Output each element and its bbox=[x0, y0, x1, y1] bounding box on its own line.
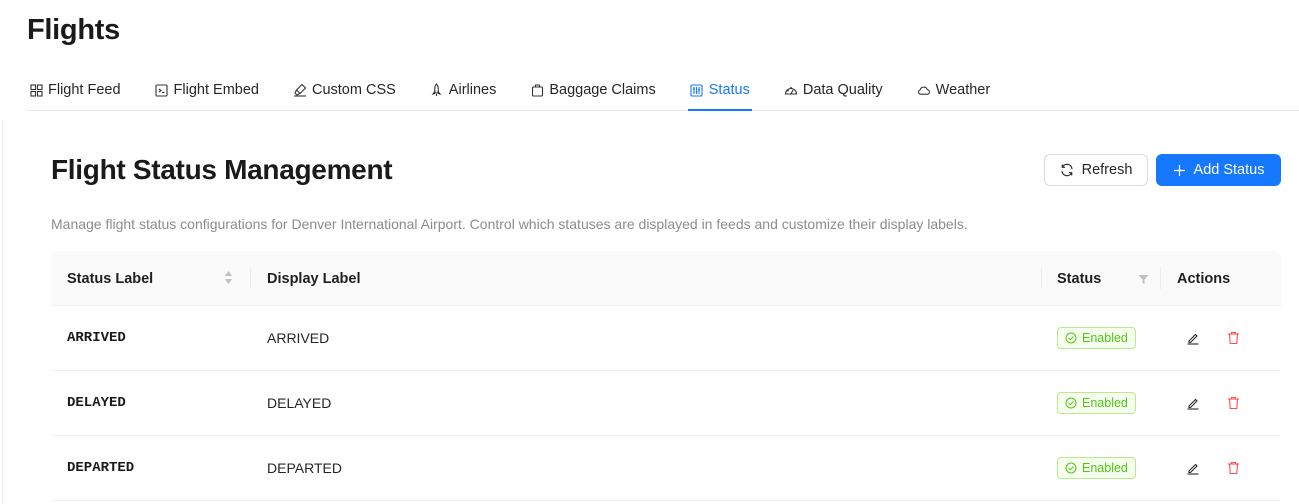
status-label-cell: ARRIVED bbox=[67, 330, 126, 346]
column-header-status: Status bbox=[1057, 251, 1101, 306]
tab-label: Airlines bbox=[448, 82, 497, 98]
column-header-label: Display Label bbox=[267, 270, 361, 287]
add-status-button[interactable]: Add Status bbox=[1156, 154, 1281, 186]
edit-icon[interactable] bbox=[1185, 330, 1201, 346]
grid-icon bbox=[29, 83, 43, 97]
filter-icon[interactable] bbox=[1138, 272, 1149, 290]
table-row: DELAYED DELAYED Enabled bbox=[51, 371, 1281, 436]
refresh-button[interactable]: Refresh bbox=[1044, 154, 1148, 186]
tab-weather[interactable]: Weather bbox=[915, 70, 993, 110]
status-cell: Enabled bbox=[1057, 371, 1136, 435]
rocket-icon bbox=[430, 83, 444, 97]
dashboard-icon bbox=[784, 83, 798, 97]
tab-label: Custom CSS bbox=[311, 82, 396, 98]
column-header-actions: Actions bbox=[1177, 251, 1230, 306]
column-header-label: Status Label bbox=[67, 270, 154, 287]
status-badge: Enabled bbox=[1057, 392, 1136, 414]
delete-icon[interactable] bbox=[1225, 330, 1241, 346]
tab-airlines[interactable]: Airlines bbox=[428, 70, 499, 110]
status-badge-label: Enabled bbox=[1082, 331, 1128, 345]
check-circle-icon bbox=[1065, 462, 1077, 474]
display-label-cell: ARRIVED bbox=[267, 330, 330, 346]
column-divider bbox=[1160, 267, 1161, 289]
tab-flight-embed[interactable]: Flight Embed bbox=[153, 70, 261, 110]
tab-label: Baggage Claims bbox=[549, 82, 656, 98]
status-cell: Enabled bbox=[1057, 306, 1136, 370]
status-badge: Enabled bbox=[1057, 327, 1136, 349]
add-status-label: Add Status bbox=[1193, 162, 1265, 178]
status-table: Status Label Display Label Status Action… bbox=[51, 251, 1281, 501]
status-badge: Enabled bbox=[1057, 457, 1136, 479]
tab-label: Status bbox=[708, 82, 750, 98]
refresh-label: Refresh bbox=[1081, 162, 1133, 178]
actions-cell bbox=[1185, 371, 1241, 435]
content-divider bbox=[2, 120, 3, 504]
column-header-label: Actions bbox=[1177, 270, 1231, 287]
display-label-cell: DEPARTED bbox=[267, 460, 342, 476]
tab-label: Weather bbox=[935, 82, 991, 98]
tab-custom-css[interactable]: Custom CSS bbox=[291, 70, 398, 110]
brush-icon bbox=[293, 83, 307, 97]
bag-icon bbox=[530, 83, 544, 97]
check-circle-icon bbox=[1065, 397, 1077, 409]
sliders-icon bbox=[690, 83, 704, 97]
tab-label: Flight Embed bbox=[173, 82, 259, 98]
table-row: ARRIVED ARRIVED Enabled bbox=[51, 306, 1281, 371]
table-row: DEPARTED DEPARTED Enabled bbox=[51, 436, 1281, 501]
cloud-icon bbox=[917, 83, 931, 97]
status-label-cell: DEPARTED bbox=[67, 460, 135, 476]
delete-icon[interactable] bbox=[1225, 460, 1241, 476]
column-divider bbox=[1041, 267, 1042, 289]
column-header-display-label: Display Label bbox=[267, 251, 360, 306]
table-header: Status Label Display Label Status Action… bbox=[51, 251, 1281, 306]
status-label-cell: DELAYED bbox=[67, 395, 126, 411]
tab-baggage-claims[interactable]: Baggage Claims bbox=[528, 70, 657, 110]
actions-cell bbox=[1185, 436, 1241, 500]
code-icon bbox=[155, 83, 169, 97]
tab-flight-feed[interactable]: Flight Feed bbox=[27, 70, 123, 110]
card-title: Flight Status Management bbox=[51, 154, 393, 185]
status-badge-label: Enabled bbox=[1082, 396, 1128, 410]
column-header-status-label[interactable]: Status Label bbox=[67, 251, 153, 306]
refresh-icon bbox=[1060, 163, 1074, 177]
card-description: Manage flight status configurations for … bbox=[51, 216, 968, 232]
delete-icon[interactable] bbox=[1225, 395, 1241, 411]
tab-label: Flight Feed bbox=[48, 82, 121, 98]
column-divider bbox=[250, 267, 251, 289]
status-badge-label: Enabled bbox=[1082, 461, 1128, 475]
column-header-label: Status bbox=[1057, 270, 1102, 287]
plus-icon bbox=[1173, 164, 1186, 177]
tab-label: Data Quality bbox=[802, 82, 883, 98]
edit-icon[interactable] bbox=[1185, 460, 1201, 476]
status-cell: Enabled bbox=[1057, 436, 1136, 500]
page-title: Flights bbox=[27, 14, 120, 46]
sort-icon[interactable] bbox=[224, 270, 233, 290]
tab-status[interactable]: Status bbox=[687, 70, 752, 111]
display-label-cell: DELAYED bbox=[267, 395, 332, 411]
status-card: Flight Status Management Refresh Add Sta… bbox=[27, 127, 1299, 504]
actions-cell bbox=[1185, 306, 1241, 370]
tab-bar: Flight Feed Flight Embed Custom CSS Airl… bbox=[27, 70, 1299, 111]
edit-icon[interactable] bbox=[1185, 395, 1201, 411]
tab-data-quality[interactable]: Data Quality bbox=[782, 70, 885, 110]
check-circle-icon bbox=[1065, 332, 1077, 344]
